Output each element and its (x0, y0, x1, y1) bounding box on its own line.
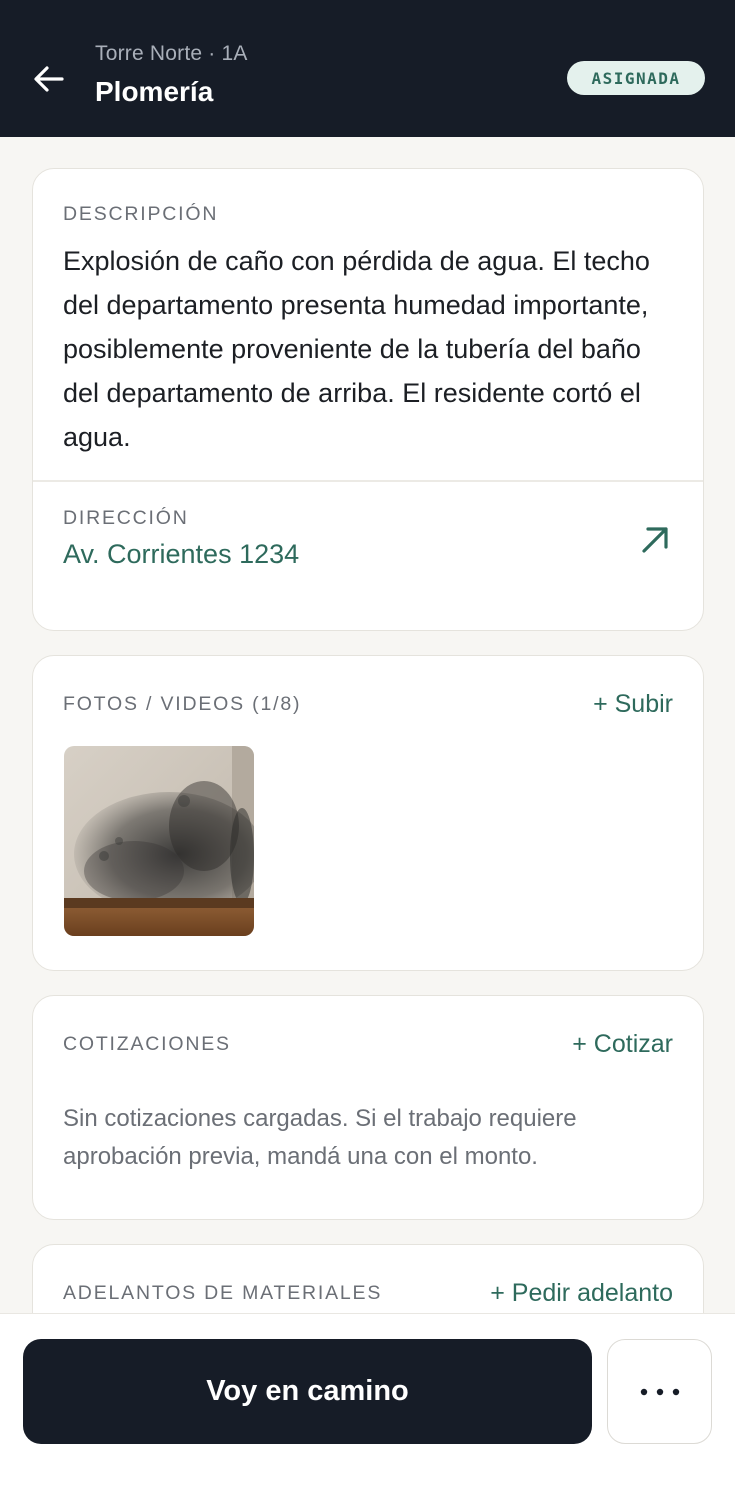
bottom-action-bar: Voy en camino (0, 1313, 735, 1505)
request-advance-button[interactable]: + Pedir adelanto (490, 1279, 673, 1308)
address-link[interactable]: Av. Corrientes 1234 (63, 539, 299, 570)
building-unit-subtitle: Torre Norte · 1A (95, 42, 248, 65)
arrow-left-icon (34, 66, 64, 92)
app-header: Torre Norte · 1A Plomería ASIGNADA (0, 0, 735, 137)
on-my-way-button[interactable]: Voy en camino (23, 1339, 592, 1444)
quotes-empty-text: Sin cotizaciones cargadas. Si el trabajo… (63, 1105, 577, 1170)
media-thumbnail[interactable] (64, 746, 254, 936)
status-badge: ASIGNADA (567, 61, 705, 95)
page-title: Plomería (95, 76, 214, 107)
media-card: FOTOS / VIDEOS (1/8) + Subir (32, 655, 704, 971)
mold-wall-photo (64, 746, 254, 936)
back-button[interactable] (26, 56, 72, 102)
add-quote-button[interactable]: + Cotizar (572, 1030, 673, 1059)
description-label: DESCRIPCIÓN (63, 203, 219, 225)
quotes-label: COTIZACIONES (63, 1033, 231, 1055)
external-arrow-icon[interactable] (635, 519, 675, 559)
quotes-card: COTIZACIONES + Cotizar Sin cotizaciones … (32, 995, 704, 1220)
divider (33, 480, 703, 482)
more-horizontal-icon (640, 1388, 679, 1395)
advances-label: ADELANTOS DE MATERIALES (63, 1282, 383, 1304)
upload-button[interactable]: + Subir (593, 690, 673, 719)
address-label: DIRECCIÓN (63, 507, 189, 529)
media-label: FOTOS / VIDEOS (1/8) (63, 693, 302, 715)
more-options-button[interactable] (607, 1339, 712, 1444)
description-card: DESCRIPCIÓN Explosión de caño con pérdid… (32, 168, 704, 631)
description-text: Explosión de caño con pérdida de agua. E… (63, 246, 650, 452)
